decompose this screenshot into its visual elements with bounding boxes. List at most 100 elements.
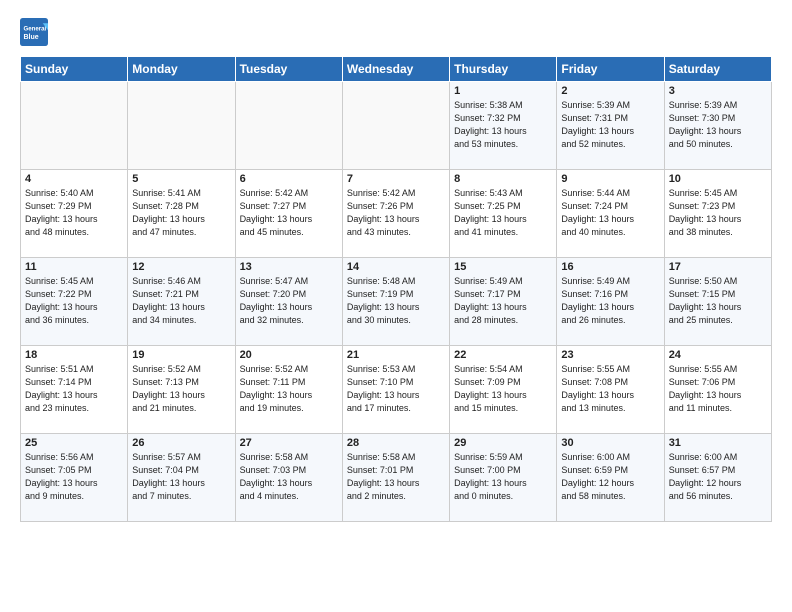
- cell-content: Sunrise: 5:49 AM Sunset: 7:16 PM Dayligh…: [561, 275, 659, 327]
- calendar-cell: 15 Sunrise: 5:49 AM Sunset: 7:17 PM Dayli…: [450, 258, 557, 346]
- calendar-cell: 18 Sunrise: 5:51 AM Sunset: 7:14 PM Dayli…: [21, 346, 128, 434]
- cell-content: Sunrise: 5:52 AM Sunset: 7:11 PM Dayligh…: [240, 363, 338, 415]
- calendar-week-1: 1Sunrise: 5:38 AM Sunset: 7:32 PM Daylig…: [21, 82, 772, 170]
- cell-content: Sunrise: 5:45 AM Sunset: 7:22 PM Dayligh…: [25, 275, 123, 327]
- day-number: 22: [454, 349, 552, 361]
- cell-content: Sunrise: 5:58 AM Sunset: 7:01 PM Dayligh…: [347, 451, 445, 503]
- calendar-cell: 30 Sunrise: 6:00 AM Sunset: 6:59 PM Dayli…: [557, 434, 664, 522]
- cell-content: Sunrise: 5:52 AM Sunset: 7:13 PM Dayligh…: [132, 363, 230, 415]
- svg-text:Blue: Blue: [24, 34, 39, 41]
- day-number: 30: [561, 437, 659, 449]
- cell-content: Sunrise: 6:00 AM Sunset: 6:57 PM Dayligh…: [669, 451, 767, 503]
- calendar-cell: 14 Sunrise: 5:48 AM Sunset: 7:19 PM Dayli…: [342, 258, 449, 346]
- calendar-cell: 25 Sunrise: 5:56 AM Sunset: 7:05 PM Dayli…: [21, 434, 128, 522]
- cell-content: Sunrise: 5:47 AM Sunset: 7:20 PM Dayligh…: [240, 275, 338, 327]
- day-number: 28: [347, 437, 445, 449]
- calendar-table: SundayMondayTuesdayWednesdayThursdayFrid…: [20, 56, 772, 522]
- calendar-week-4: 18 Sunrise: 5:51 AM Sunset: 7:14 PM Dayli…: [21, 346, 772, 434]
- day-number: 17: [669, 261, 767, 273]
- calendar-cell: 31 Sunrise: 6:00 AM Sunset: 6:57 PM Dayli…: [664, 434, 771, 522]
- calendar-cell: 29 Sunrise: 5:59 AM Sunset: 7:00 PM Dayli…: [450, 434, 557, 522]
- calendar-cell: [235, 82, 342, 170]
- cell-content: Sunrise: 5:39 AM Sunset: 7:31 PM Dayligh…: [561, 99, 659, 151]
- calendar-cell: [342, 82, 449, 170]
- day-number: 27: [240, 437, 338, 449]
- cell-content: Sunrise: 5:45 AM Sunset: 7:23 PM Dayligh…: [669, 187, 767, 239]
- calendar-page: General Blue SundayMondayTuesdayWednesda…: [0, 0, 792, 534]
- calendar-cell: 28 Sunrise: 5:58 AM Sunset: 7:01 PM Dayli…: [342, 434, 449, 522]
- cell-content: Sunrise: 5:57 AM Sunset: 7:04 PM Dayligh…: [132, 451, 230, 503]
- weekday-header-saturday: Saturday: [664, 57, 771, 82]
- cell-content: Sunrise: 5:39 AM Sunset: 7:30 PM Dayligh…: [669, 99, 767, 151]
- calendar-cell: 22 Sunrise: 5:54 AM Sunset: 7:09 PM Dayli…: [450, 346, 557, 434]
- day-number: 20: [240, 349, 338, 361]
- day-number: 19: [132, 349, 230, 361]
- day-number: 26: [132, 437, 230, 449]
- calendar-cell: 13 Sunrise: 5:47 AM Sunset: 7:20 PM Dayli…: [235, 258, 342, 346]
- day-number: 3: [669, 85, 767, 97]
- weekday-header-monday: Monday: [128, 57, 235, 82]
- calendar-cell: 11Sunrise: 5:45 AM Sunset: 7:22 PM Dayli…: [21, 258, 128, 346]
- weekday-header-row: SundayMondayTuesdayWednesdayThursdayFrid…: [21, 57, 772, 82]
- cell-content: Sunrise: 5:46 AM Sunset: 7:21 PM Dayligh…: [132, 275, 230, 327]
- calendar-cell: 1Sunrise: 5:38 AM Sunset: 7:32 PM Daylig…: [450, 82, 557, 170]
- cell-content: Sunrise: 5:43 AM Sunset: 7:25 PM Dayligh…: [454, 187, 552, 239]
- weekday-header-sunday: Sunday: [21, 57, 128, 82]
- calendar-cell: 23Sunrise: 5:55 AM Sunset: 7:08 PM Dayli…: [557, 346, 664, 434]
- day-number: 14: [347, 261, 445, 273]
- cell-content: Sunrise: 5:59 AM Sunset: 7:00 PM Dayligh…: [454, 451, 552, 503]
- weekday-header-tuesday: Tuesday: [235, 57, 342, 82]
- calendar-cell: 19 Sunrise: 5:52 AM Sunset: 7:13 PM Dayli…: [128, 346, 235, 434]
- header: General Blue: [20, 18, 772, 46]
- calendar-cell: [21, 82, 128, 170]
- day-number: 8: [454, 173, 552, 185]
- day-number: 13: [240, 261, 338, 273]
- day-number: 25: [25, 437, 123, 449]
- day-number: 21: [347, 349, 445, 361]
- calendar-cell: [128, 82, 235, 170]
- day-number: 7: [347, 173, 445, 185]
- calendar-cell: 10 Sunrise: 5:45 AM Sunset: 7:23 PM Dayli…: [664, 170, 771, 258]
- calendar-cell: 3 Sunrise: 5:39 AM Sunset: 7:30 PM Daylig…: [664, 82, 771, 170]
- calendar-cell: 12Sunrise: 5:46 AM Sunset: 7:21 PM Dayli…: [128, 258, 235, 346]
- logo: General Blue: [20, 18, 50, 46]
- cell-content: Sunrise: 5:51 AM Sunset: 7:14 PM Dayligh…: [25, 363, 123, 415]
- cell-content: Sunrise: 5:44 AM Sunset: 7:24 PM Dayligh…: [561, 187, 659, 239]
- calendar-week-3: 11Sunrise: 5:45 AM Sunset: 7:22 PM Dayli…: [21, 258, 772, 346]
- cell-content: Sunrise: 6:00 AM Sunset: 6:59 PM Dayligh…: [561, 451, 659, 503]
- calendar-cell: 20 Sunrise: 5:52 AM Sunset: 7:11 PM Dayli…: [235, 346, 342, 434]
- cell-content: Sunrise: 5:53 AM Sunset: 7:10 PM Dayligh…: [347, 363, 445, 415]
- calendar-cell: 24Sunrise: 5:55 AM Sunset: 7:06 PM Dayli…: [664, 346, 771, 434]
- calendar-cell: 2 Sunrise: 5:39 AM Sunset: 7:31 PM Daylig…: [557, 82, 664, 170]
- day-number: 29: [454, 437, 552, 449]
- weekday-header-thursday: Thursday: [450, 57, 557, 82]
- cell-content: Sunrise: 5:58 AM Sunset: 7:03 PM Dayligh…: [240, 451, 338, 503]
- calendar-week-2: 4Sunrise: 5:40 AM Sunset: 7:29 PM Daylig…: [21, 170, 772, 258]
- calendar-cell: 6Sunrise: 5:42 AM Sunset: 7:27 PM Daylig…: [235, 170, 342, 258]
- day-number: 5: [132, 173, 230, 185]
- calendar-cell: 4Sunrise: 5:40 AM Sunset: 7:29 PM Daylig…: [21, 170, 128, 258]
- day-number: 10: [669, 173, 767, 185]
- day-number: 15: [454, 261, 552, 273]
- cell-content: Sunrise: 5:48 AM Sunset: 7:19 PM Dayligh…: [347, 275, 445, 327]
- day-number: 23: [561, 349, 659, 361]
- cell-content: Sunrise: 5:56 AM Sunset: 7:05 PM Dayligh…: [25, 451, 123, 503]
- calendar-week-5: 25 Sunrise: 5:56 AM Sunset: 7:05 PM Dayli…: [21, 434, 772, 522]
- weekday-header-friday: Friday: [557, 57, 664, 82]
- day-number: 2: [561, 85, 659, 97]
- day-number: 16: [561, 261, 659, 273]
- day-number: 24: [669, 349, 767, 361]
- svg-text:General: General: [24, 25, 47, 32]
- cell-content: Sunrise: 5:49 AM Sunset: 7:17 PM Dayligh…: [454, 275, 552, 327]
- cell-content: Sunrise: 5:42 AM Sunset: 7:27 PM Dayligh…: [240, 187, 338, 239]
- cell-content: Sunrise: 5:42 AM Sunset: 7:26 PM Dayligh…: [347, 187, 445, 239]
- cell-content: Sunrise: 5:38 AM Sunset: 7:32 PM Dayligh…: [454, 99, 552, 151]
- day-number: 18: [25, 349, 123, 361]
- cell-content: Sunrise: 5:41 AM Sunset: 7:28 PM Dayligh…: [132, 187, 230, 239]
- day-number: 31: [669, 437, 767, 449]
- weekday-header-wednesday: Wednesday: [342, 57, 449, 82]
- cell-content: Sunrise: 5:54 AM Sunset: 7:09 PM Dayligh…: [454, 363, 552, 415]
- calendar-cell: 21 Sunrise: 5:53 AM Sunset: 7:10 PM Dayli…: [342, 346, 449, 434]
- logo-icon: General Blue: [20, 18, 48, 46]
- calendar-cell: 17Sunrise: 5:50 AM Sunset: 7:15 PM Dayli…: [664, 258, 771, 346]
